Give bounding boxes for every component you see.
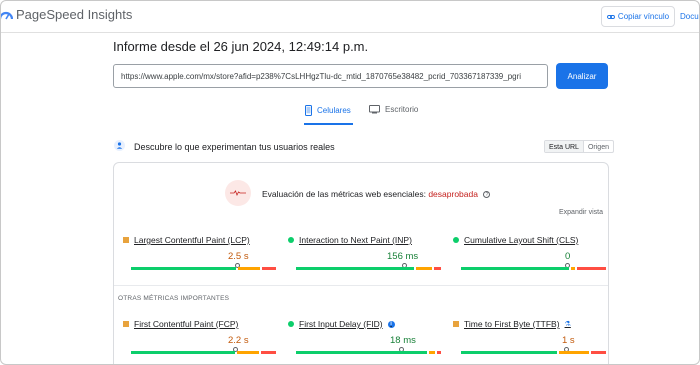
report-title: Informe desde el 26 jun 2024, 12:49:14 p… — [113, 39, 369, 54]
app-title: PageSpeed Insights — [16, 7, 133, 22]
assessment-text: Evaluación de las métricas web esenciale… — [262, 189, 491, 199]
metric-lcp-label[interactable]: Largest Contentful Paint (LCP) — [123, 235, 250, 245]
tab-mobile-label: Celulares — [317, 106, 351, 115]
tab-mobile[interactable]: Celulares — [305, 105, 351, 116]
needs-improvement-icon — [123, 321, 129, 327]
metric-lcp-value: 2.5 s — [228, 251, 249, 262]
section-divider — [114, 285, 608, 286]
analyze-button[interactable]: Analizar — [556, 63, 608, 89]
assessment-icon — [225, 180, 251, 206]
other-metrics-heading: OTRAS MÉTRICAS IMPORTANTES — [118, 295, 230, 302]
metric-cls-value: 0 — [565, 251, 571, 262]
metric-fid-value: 18 ms — [390, 335, 416, 346]
metric-cls-label[interactable]: Cumulative Layout Shift (CLS) — [453, 235, 578, 245]
app-window: PageSpeed Insights Copiar vínculo Docu I… — [0, 0, 700, 365]
copy-link-button[interactable]: Copiar vínculo — [601, 6, 675, 27]
metric-fcp-value: 2.2 s — [228, 335, 249, 346]
metric-fid-label[interactable]: First Input Delay (FID) i — [288, 319, 395, 329]
metric-fid-name: First Input Delay (FID) — [299, 319, 383, 329]
metric-lcp-name: Largest Contentful Paint (LCP) — [134, 235, 250, 245]
users-icon — [114, 140, 125, 151]
needs-improvement-icon — [453, 321, 459, 327]
link-icon — [606, 14, 615, 19]
metric-fid-distribution — [296, 351, 441, 354]
failed-assessment-icon — [230, 190, 246, 196]
active-tab-indicator — [304, 123, 353, 125]
metric-fcp-label[interactable]: First Contentful Paint (FCP) — [123, 319, 238, 329]
metric-fcp-distribution — [131, 351, 276, 354]
toggle-origin[interactable]: Origen — [582, 141, 613, 152]
assessment-prefix: Evaluación de las métricas web esenciale… — [262, 189, 426, 199]
metric-fcp-name: First Contentful Paint (FCP) — [134, 319, 239, 329]
metric-inp-distribution — [296, 267, 441, 270]
metric-ttfb-label[interactable]: Time to First Byte (TTFB) ⚗ — [453, 319, 571, 329]
top-bar: PageSpeed Insights Copiar vínculo Docu — [1, 1, 699, 33]
metric-cls-name: Cumulative Layout Shift (CLS) — [464, 235, 579, 245]
docs-link[interactable]: Docu — [680, 12, 699, 21]
metric-ttfb-value: 1 s — [562, 335, 575, 346]
metric-lcp-distribution — [131, 267, 276, 270]
good-icon — [453, 237, 459, 243]
metric-inp-label[interactable]: Interaction to Next Paint (INP) — [288, 235, 412, 245]
metric-cls-distribution — [461, 267, 606, 270]
desktop-icon — [369, 105, 380, 114]
discover-heading: Descubre lo que experimentan tus usuario… — [134, 142, 335, 152]
help-icon[interactable]: ? — [483, 191, 491, 198]
info-icon[interactable]: i — [387, 320, 395, 328]
pagespeed-logo-icon — [1, 11, 13, 19]
metric-ttfb-distribution — [461, 351, 606, 354]
good-icon — [288, 321, 294, 327]
good-icon — [288, 237, 294, 243]
phone-icon — [305, 105, 312, 116]
copy-link-label: Copiar vínculo — [617, 12, 670, 21]
assessment-result: desaprobada — [428, 189, 478, 199]
needs-improvement-icon — [123, 237, 129, 243]
tab-desktop-label: Escritorio — [385, 105, 419, 114]
metric-ttfb-name: Time to First Byte (TTFB) — [464, 319, 560, 329]
metric-inp-value: 156 ms — [387, 251, 419, 262]
tab-desktop[interactable]: Escritorio — [369, 105, 418, 114]
url-input[interactable]: https://www.apple.com/mx/store?afid=p238… — [113, 64, 548, 88]
flask-icon[interactable]: ⚗ — [565, 320, 571, 328]
metric-inp-name: Interaction to Next Paint (INP) — [299, 235, 412, 245]
toggle-this-url[interactable]: Esta URL — [545, 141, 583, 152]
expand-view-link[interactable]: Expandir vista — [559, 209, 603, 216]
url-origin-toggle: Esta URL Origen — [544, 140, 614, 153]
logo[interactable]: PageSpeed Insights — [1, 7, 133, 22]
